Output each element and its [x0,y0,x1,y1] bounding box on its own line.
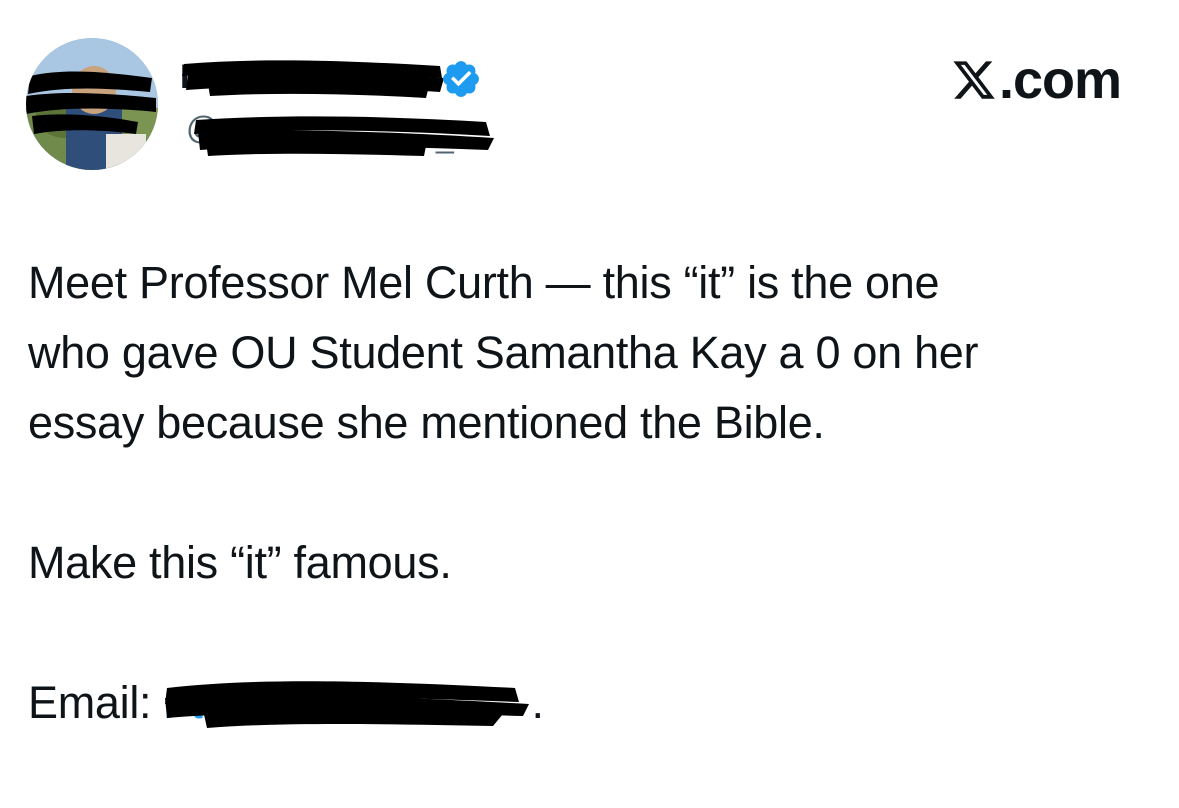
tweet-line-4: Make this “it” famous. [28,537,452,588]
tweet-text: Meet Professor Mel Curth — this “it” is … [28,248,1138,738]
email-label: Email: [28,677,164,728]
tweet-card: L @ _ .com Meet Professor Mel Curth — th… [0,0,1179,808]
verified-badge-icon [443,61,479,97]
x-com-logo: .com [951,50,1122,110]
tweet-line-3: essay because she mentioned the Bible. [28,397,825,448]
x-com-logo-text: .com [998,50,1122,110]
tweet-line-1: Meet Professor Mel Curth — this “it” is … [28,257,940,308]
tweet-line-2: who gave OU Student Samantha Kay a 0 on … [28,327,979,378]
display-name-redaction [182,60,444,98]
email-link[interactable]: r th du [163,668,531,738]
x-logo-icon [953,61,995,99]
handle-redaction [194,116,494,156]
email-redaction [165,681,530,728]
avatar-photo [26,38,158,170]
email-line: Email: r th du . [28,668,1138,738]
avatar[interactable] [26,38,158,170]
